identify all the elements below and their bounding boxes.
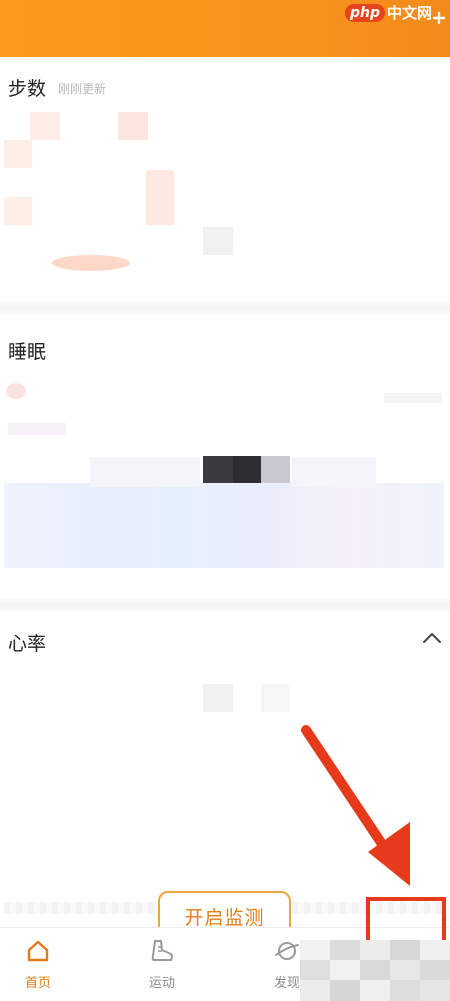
section-divider xyxy=(0,301,450,315)
planet-icon xyxy=(275,942,299,960)
steps-chart-blur xyxy=(4,140,32,168)
sleep-title: 睡眠 xyxy=(8,341,47,363)
sleep-value-blur xyxy=(203,456,233,484)
sleep-value-blur xyxy=(233,456,261,484)
site-watermark: php 中文网 xyxy=(344,2,432,23)
heart-value-blur xyxy=(203,684,233,712)
home-icon xyxy=(27,940,49,962)
sleep-chart-blur xyxy=(90,457,200,487)
plus-icon[interactable] xyxy=(432,8,446,28)
steps-chart-blur xyxy=(118,112,148,140)
sleep-chart-blur xyxy=(292,457,376,487)
sneaker-icon xyxy=(151,940,173,961)
steps-progress-blur xyxy=(52,255,130,271)
annotation-arrow xyxy=(301,725,410,886)
nav-item-sport[interactable]: 运动 xyxy=(107,928,217,1001)
watermark-text: 中文网 xyxy=(386,4,432,22)
pixelated-overlay xyxy=(300,940,450,1001)
nav-label-sport: 运动 xyxy=(148,976,175,991)
nav-item-home[interactable]: 首页 xyxy=(0,928,93,1001)
steps-chart-blur xyxy=(4,197,32,225)
steps-title: 步数 xyxy=(8,78,47,100)
sleep-chart-blur xyxy=(4,483,444,568)
heart-rate-title: 心率 xyxy=(8,633,47,655)
steps-updated-label: 刚刚更新 xyxy=(58,82,107,96)
watermark-badge: php xyxy=(344,3,385,22)
steps-chart-blur xyxy=(146,170,174,225)
section-divider xyxy=(0,598,450,612)
chevron-up-icon[interactable] xyxy=(422,630,442,644)
sleep-time-blur xyxy=(384,393,442,403)
steps-card[interactable]: 步数 刚刚更新 xyxy=(0,57,450,301)
steps-chart-blur xyxy=(30,112,60,140)
nav-label-home: 首页 xyxy=(24,976,51,991)
sleep-icon-blur xyxy=(6,383,26,399)
top-header-bar: php 中文网 xyxy=(0,0,450,57)
sleep-card[interactable]: 睡眠 xyxy=(0,315,450,598)
heart-value-blur xyxy=(261,684,289,712)
steps-value-blur xyxy=(203,227,233,255)
sleep-sub-blur xyxy=(8,423,66,435)
sleep-value-blur xyxy=(261,456,290,484)
